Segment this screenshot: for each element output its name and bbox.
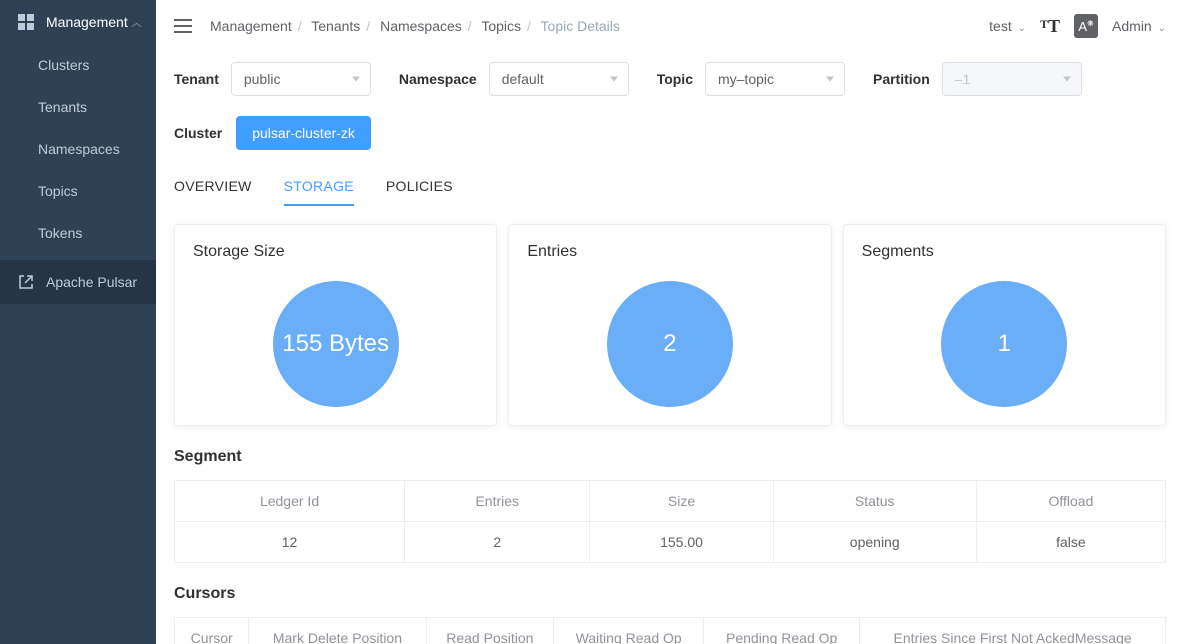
cell-offload: false bbox=[976, 522, 1165, 563]
namespace-select[interactable]: default bbox=[489, 62, 629, 96]
filter-row: Tenant public Namespace default Topic my… bbox=[156, 52, 1184, 96]
segments-value: 1 bbox=[941, 281, 1067, 407]
theme-badge-icon[interactable]: A❋ bbox=[1074, 14, 1098, 38]
topic-select[interactable]: my–topic bbox=[705, 62, 845, 96]
tenant-select[interactable]: public bbox=[231, 62, 371, 96]
chevron-up-icon: ︿ bbox=[131, 14, 142, 30]
tab-storage[interactable]: STORAGE bbox=[284, 178, 354, 206]
col-cursor: Cursor bbox=[175, 618, 249, 644]
topic-label: Topic bbox=[657, 71, 693, 87]
cluster-tag[interactable]: pulsar-cluster-zk bbox=[236, 116, 371, 150]
col-ledger-id: Ledger Id bbox=[175, 481, 405, 522]
grid-icon bbox=[18, 14, 34, 30]
storage-size-value: 155 Bytes bbox=[273, 281, 399, 407]
col-entries: Entries bbox=[405, 481, 590, 522]
table-row[interactable]: 12 2 155.00 opening false bbox=[175, 522, 1166, 563]
sidebar-item-namespaces[interactable]: Namespaces bbox=[0, 128, 156, 170]
card-title: Storage Size bbox=[193, 243, 478, 261]
cell-entries: 2 bbox=[405, 522, 590, 563]
sidebar-item-clusters[interactable]: Clusters bbox=[0, 44, 156, 86]
topbar: Management/ Tenants/ Namespaces/ Topics/… bbox=[156, 0, 1184, 52]
cursors-heading: Cursors bbox=[156, 563, 1184, 617]
main-content: Management/ Tenants/ Namespaces/ Topics/… bbox=[156, 0, 1184, 644]
sidebar-management-header[interactable]: Management ︿ bbox=[0, 0, 156, 44]
hamburger-icon[interactable] bbox=[174, 19, 192, 33]
card-segments: Segments 1 bbox=[843, 224, 1166, 426]
tab-overview[interactable]: OVERVIEW bbox=[174, 178, 252, 206]
breadcrumb-management[interactable]: Management bbox=[210, 18, 292, 34]
tabs: OVERVIEW STORAGE POLICIES bbox=[156, 150, 1184, 206]
breadcrumb-topics[interactable]: Topics bbox=[481, 18, 521, 34]
cell-size: 155.00 bbox=[590, 522, 773, 563]
sidebar: Management ︿ Clusters Tenants Namespaces… bbox=[0, 0, 156, 644]
card-title: Segments bbox=[862, 243, 1147, 261]
breadcrumb-namespaces[interactable]: Namespaces bbox=[380, 18, 462, 34]
col-entries-since: Entries Since First Not AckedMessage bbox=[860, 618, 1166, 644]
card-entries: Entries 2 bbox=[508, 224, 831, 426]
segment-heading: Segment bbox=[156, 426, 1184, 480]
tab-policies[interactable]: POLICIES bbox=[386, 178, 453, 206]
sidebar-external-label: Apache Pulsar bbox=[46, 274, 137, 290]
card-title: Entries bbox=[527, 243, 812, 261]
external-link-icon bbox=[18, 274, 34, 290]
segment-table: Ledger Id Entries Size Status Offload 12… bbox=[174, 480, 1166, 563]
breadcrumb: Management/ Tenants/ Namespaces/ Topics/… bbox=[210, 18, 989, 34]
cell-ledger-id: 12 bbox=[175, 522, 405, 563]
language-selector[interactable]: test ⌄ bbox=[989, 18, 1026, 34]
card-storage-size: Storage Size 155 Bytes bbox=[174, 224, 497, 426]
cursors-table: Cursor Mark Delete Position Read Positio… bbox=[174, 617, 1166, 644]
col-mark-delete: Mark Delete Position bbox=[249, 618, 426, 644]
chevron-down-icon: ⌄ bbox=[1158, 23, 1166, 34]
col-waiting-read: Waiting Read Op bbox=[554, 618, 704, 644]
chevron-down-icon: ⌄ bbox=[1018, 23, 1026, 34]
sidebar-item-tenants[interactable]: Tenants bbox=[0, 86, 156, 128]
col-status: Status bbox=[773, 481, 976, 522]
col-pending-read: Pending Read Op bbox=[704, 618, 860, 644]
font-size-icon[interactable]: TT bbox=[1040, 16, 1060, 37]
breadcrumb-tenants[interactable]: Tenants bbox=[311, 18, 360, 34]
user-dropdown[interactable]: Admin ⌄ bbox=[1112, 18, 1166, 34]
stat-cards: Storage Size 155 Bytes Entries 2 Segment… bbox=[156, 206, 1184, 426]
col-offload: Offload bbox=[976, 481, 1165, 522]
col-read-position: Read Position bbox=[426, 618, 554, 644]
breadcrumb-current: Topic Details bbox=[541, 18, 620, 34]
tenant-label: Tenant bbox=[174, 71, 219, 87]
entries-value: 2 bbox=[607, 281, 733, 407]
sidebar-item-tokens[interactable]: Tokens bbox=[0, 212, 156, 254]
cluster-row: Cluster pulsar-cluster-zk bbox=[156, 96, 1184, 150]
sidebar-external-link[interactable]: Apache Pulsar bbox=[0, 260, 156, 304]
partition-label: Partition bbox=[873, 71, 930, 87]
sidebar-item-topics[interactable]: Topics bbox=[0, 170, 156, 212]
sidebar-header-title: Management bbox=[46, 14, 131, 30]
namespace-label: Namespace bbox=[399, 71, 477, 87]
cluster-label: Cluster bbox=[174, 125, 222, 141]
partition-select: –1 bbox=[942, 62, 1082, 96]
cell-status: opening bbox=[773, 522, 976, 563]
col-size: Size bbox=[590, 481, 773, 522]
